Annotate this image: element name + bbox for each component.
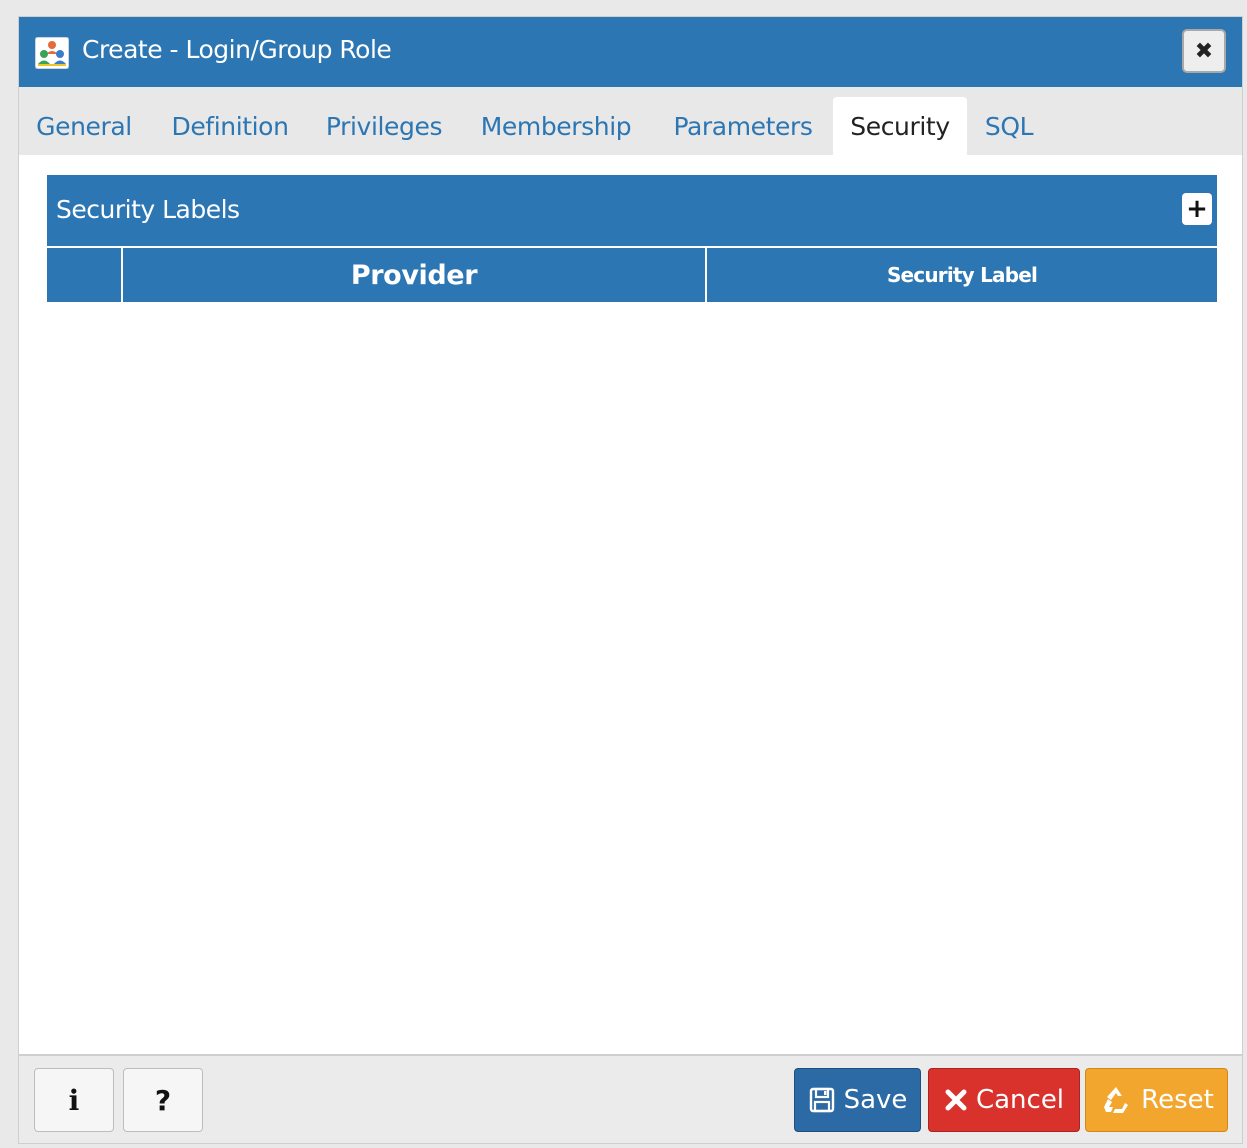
- tab-privileges[interactable]: Privileges: [317, 97, 451, 155]
- cancel-label: Cancel: [975, 1085, 1065, 1115]
- security-labels-title: Security Labels: [56, 195, 240, 224]
- help-button[interactable]: ?: [123, 1068, 203, 1132]
- tab-membership[interactable]: Membership: [468, 97, 644, 155]
- tab-definition[interactable]: Definition: [157, 97, 303, 155]
- tab-sql[interactable]: SQL: [974, 97, 1044, 155]
- close-icon: ✖: [1194, 38, 1214, 64]
- security-labels-grid-body: [47, 302, 1217, 1054]
- tab-parameters[interactable]: Parameters: [661, 97, 825, 155]
- save-button[interactable]: Save: [794, 1068, 921, 1132]
- tab-bar: General Definition Privileges Membership…: [19, 87, 1242, 155]
- create-login-group-role-dialog: Create - Login/Group Role ✖ General Defi…: [18, 16, 1243, 1144]
- cancel-x-icon: [944, 1088, 968, 1112]
- plus-icon: +: [1186, 194, 1208, 224]
- reset-button[interactable]: Reset: [1085, 1068, 1228, 1132]
- security-labels-header: Security Labels +: [47, 175, 1217, 247]
- row-actions-column-header: [47, 248, 123, 302]
- tab-general[interactable]: General: [25, 97, 143, 155]
- recycle-icon: [1099, 1083, 1133, 1117]
- floppy-disk-icon: [808, 1086, 836, 1114]
- close-button[interactable]: ✖: [1182, 29, 1226, 73]
- security-label-column-header[interactable]: Security Label: [707, 248, 1217, 302]
- save-label: Save: [843, 1085, 908, 1115]
- reset-label: Reset: [1141, 1085, 1214, 1115]
- add-row-button[interactable]: +: [1182, 193, 1212, 225]
- security-labels-grid-header: Provider Security Label: [47, 248, 1217, 302]
- dialog-titlebar[interactable]: Create - Login/Group Role ✖: [19, 17, 1242, 87]
- tab-security[interactable]: Security: [833, 97, 967, 155]
- info-button[interactable]: i: [34, 1068, 114, 1132]
- dialog-footer: i ? Save Cancel Reset: [19, 1054, 1242, 1143]
- provider-column-header[interactable]: Provider: [123, 248, 707, 302]
- cancel-button[interactable]: Cancel: [928, 1068, 1080, 1132]
- dialog-title: Create - Login/Group Role: [82, 35, 392, 64]
- group-role-icon: [34, 36, 70, 70]
